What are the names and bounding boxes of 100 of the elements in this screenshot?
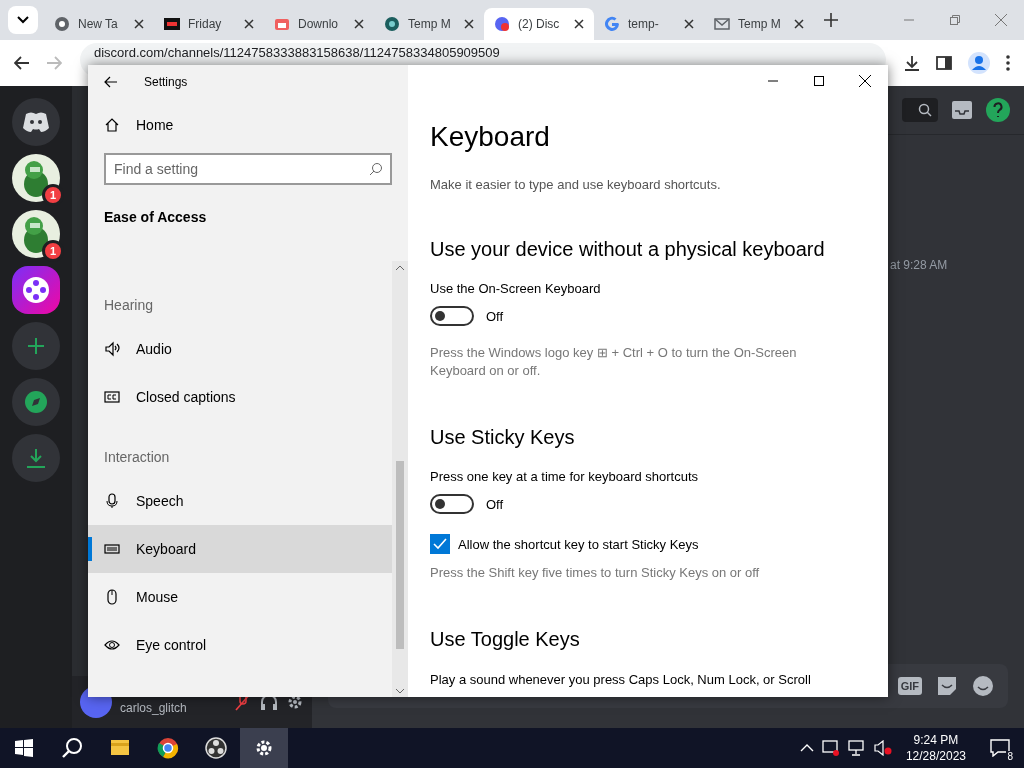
- sticker-icon: [936, 675, 958, 697]
- clock-time: 9:24 PM: [913, 732, 959, 748]
- notification-badge: 1: [42, 184, 64, 206]
- browser-tab[interactable]: Downlo: [264, 8, 374, 40]
- toggle-state: Off: [486, 308, 504, 324]
- mail-icon: [714, 16, 730, 32]
- search-field[interactable]: [902, 98, 938, 122]
- new-tab-button[interactable]: [824, 13, 838, 27]
- close-icon: [794, 19, 804, 29]
- browser-tab[interactable]: New Ta: [44, 8, 154, 40]
- logo-icon: [384, 16, 400, 32]
- close-icon: [354, 19, 364, 29]
- search-icon: [369, 162, 383, 176]
- message-icon: [990, 739, 1010, 757]
- recorder-icon: [204, 736, 228, 760]
- arrow-left-icon: [104, 76, 118, 88]
- group-heading: Interaction: [103, 449, 171, 465]
- nav-item[interactable]: Closed captions: [88, 373, 392, 421]
- checkbox[interactable]: [430, 534, 450, 554]
- close-icon: [464, 19, 474, 29]
- chevron-down-icon: [395, 688, 405, 694]
- browser-tab[interactable]: Temp M: [704, 8, 814, 40]
- close-icon: [684, 19, 694, 29]
- side-panel-icon: [936, 55, 952, 71]
- close-icon: [134, 19, 144, 29]
- explore-button[interactable]: [12, 378, 60, 426]
- emoji-icon: [972, 675, 994, 697]
- nav-item[interactable]: Audio: [88, 325, 392, 373]
- close-icon: [574, 19, 584, 29]
- taskbar-app[interactable]: [240, 728, 288, 768]
- home-icon: [104, 117, 120, 133]
- plus-icon: [824, 13, 838, 27]
- chevron-up-icon: [799, 744, 814, 752]
- gif-button[interactable]: GIF: [897, 677, 922, 695]
- menu-icon: [1006, 55, 1010, 71]
- globe-icon: [54, 16, 70, 32]
- chevron-down-icon: [17, 16, 29, 24]
- home-button[interactable]: [12, 98, 60, 146]
- browser-tab[interactable]: (2) Disc: [484, 8, 594, 40]
- window-title: Settings: [144, 75, 188, 89]
- logo-icon: [164, 16, 180, 32]
- home-link[interactable]: Home: [88, 103, 408, 147]
- download-icon: [25, 447, 47, 469]
- nav-item[interactable]: Keyboard: [88, 525, 392, 573]
- toggle-switch[interactable]: [430, 494, 474, 514]
- search-field[interactable]: Find a setting: [104, 153, 392, 185]
- compass-icon: [24, 390, 48, 414]
- restore-icon: [950, 15, 960, 25]
- setting-label: Play a sound whenever you press Caps Lock, Num Lock, or Scroll: [430, 671, 812, 689]
- toggle-switch[interactable]: [430, 306, 474, 326]
- close-icon: [244, 19, 254, 29]
- section-heading: Use Toggle Keys: [430, 628, 581, 651]
- toggle-state: Off: [486, 496, 504, 512]
- nav-item[interactable]: Mouse: [88, 573, 392, 621]
- clock-date: 12/28/2023: [905, 748, 966, 764]
- setting-label: Press one key at a time for keyboard shortcuts: [430, 469, 700, 484]
- setting-label: Use the On-Screen Keyboard: [430, 281, 602, 296]
- server-button[interactable]: 1: [12, 210, 60, 258]
- tab-search-button[interactable]: [8, 6, 38, 34]
- server-button[interactable]: [12, 266, 60, 314]
- browser-tab[interactable]: Temp M: [374, 8, 484, 40]
- speaker-icon: [104, 341, 120, 357]
- keyboard-icon: [104, 541, 120, 557]
- discord-icon: [22, 111, 50, 133]
- section-heading: Use your device without a physical keyboard: [430, 238, 826, 261]
- download-button[interactable]: [12, 434, 60, 482]
- arrow-right-icon: [46, 56, 62, 70]
- search-icon: [918, 103, 932, 117]
- page-description: Make it easier to type and use keyboard shortcuts.: [430, 177, 722, 192]
- eye-icon: [104, 637, 120, 653]
- add-server-button[interactable]: [12, 322, 60, 370]
- help-text: Press the Shift key five times to turn Sticky Keys on or off: [430, 564, 761, 582]
- server-button[interactable]: 1: [12, 154, 60, 202]
- maximize-icon: [814, 76, 824, 86]
- username: carlos_glitch: [120, 700, 188, 715]
- message-timestamp: at 9:28 AM: [890, 258, 948, 272]
- mouse-icon: [104, 589, 120, 605]
- nav-item[interactable]: Speech: [88, 477, 392, 525]
- notifications-button[interactable]: 8: [980, 728, 1020, 768]
- group-heading: Hearing: [103, 297, 155, 313]
- windows-icon: [15, 739, 33, 757]
- device-icon: [821, 740, 840, 756]
- help-icon: [986, 98, 1010, 122]
- help-text: Press the Windows logo key ⊞ + Ctrl + O to turn the On-Screen Keyboard on or off.: [430, 344, 798, 380]
- plus-icon: [26, 336, 46, 356]
- network-icon: [847, 740, 866, 756]
- category-heading: Ease of Access: [103, 209, 208, 225]
- browser-tab[interactable]: Friday: [154, 8, 264, 40]
- scrollbar[interactable]: [392, 261, 408, 697]
- speaker-muted-icon: [873, 740, 892, 756]
- notification-badge: 1: [42, 240, 64, 262]
- nav-item[interactable]: Eye control: [88, 621, 392, 669]
- browser-tab[interactable]: temp-: [594, 8, 704, 40]
- close-icon: [859, 75, 871, 87]
- search-icon: [61, 737, 83, 759]
- arrow-left-icon: [14, 56, 30, 70]
- film-reel-icon: [20, 274, 52, 306]
- chrome-icon: [156, 736, 180, 760]
- discord-icon: [494, 16, 510, 32]
- download-icon: [904, 55, 920, 71]
